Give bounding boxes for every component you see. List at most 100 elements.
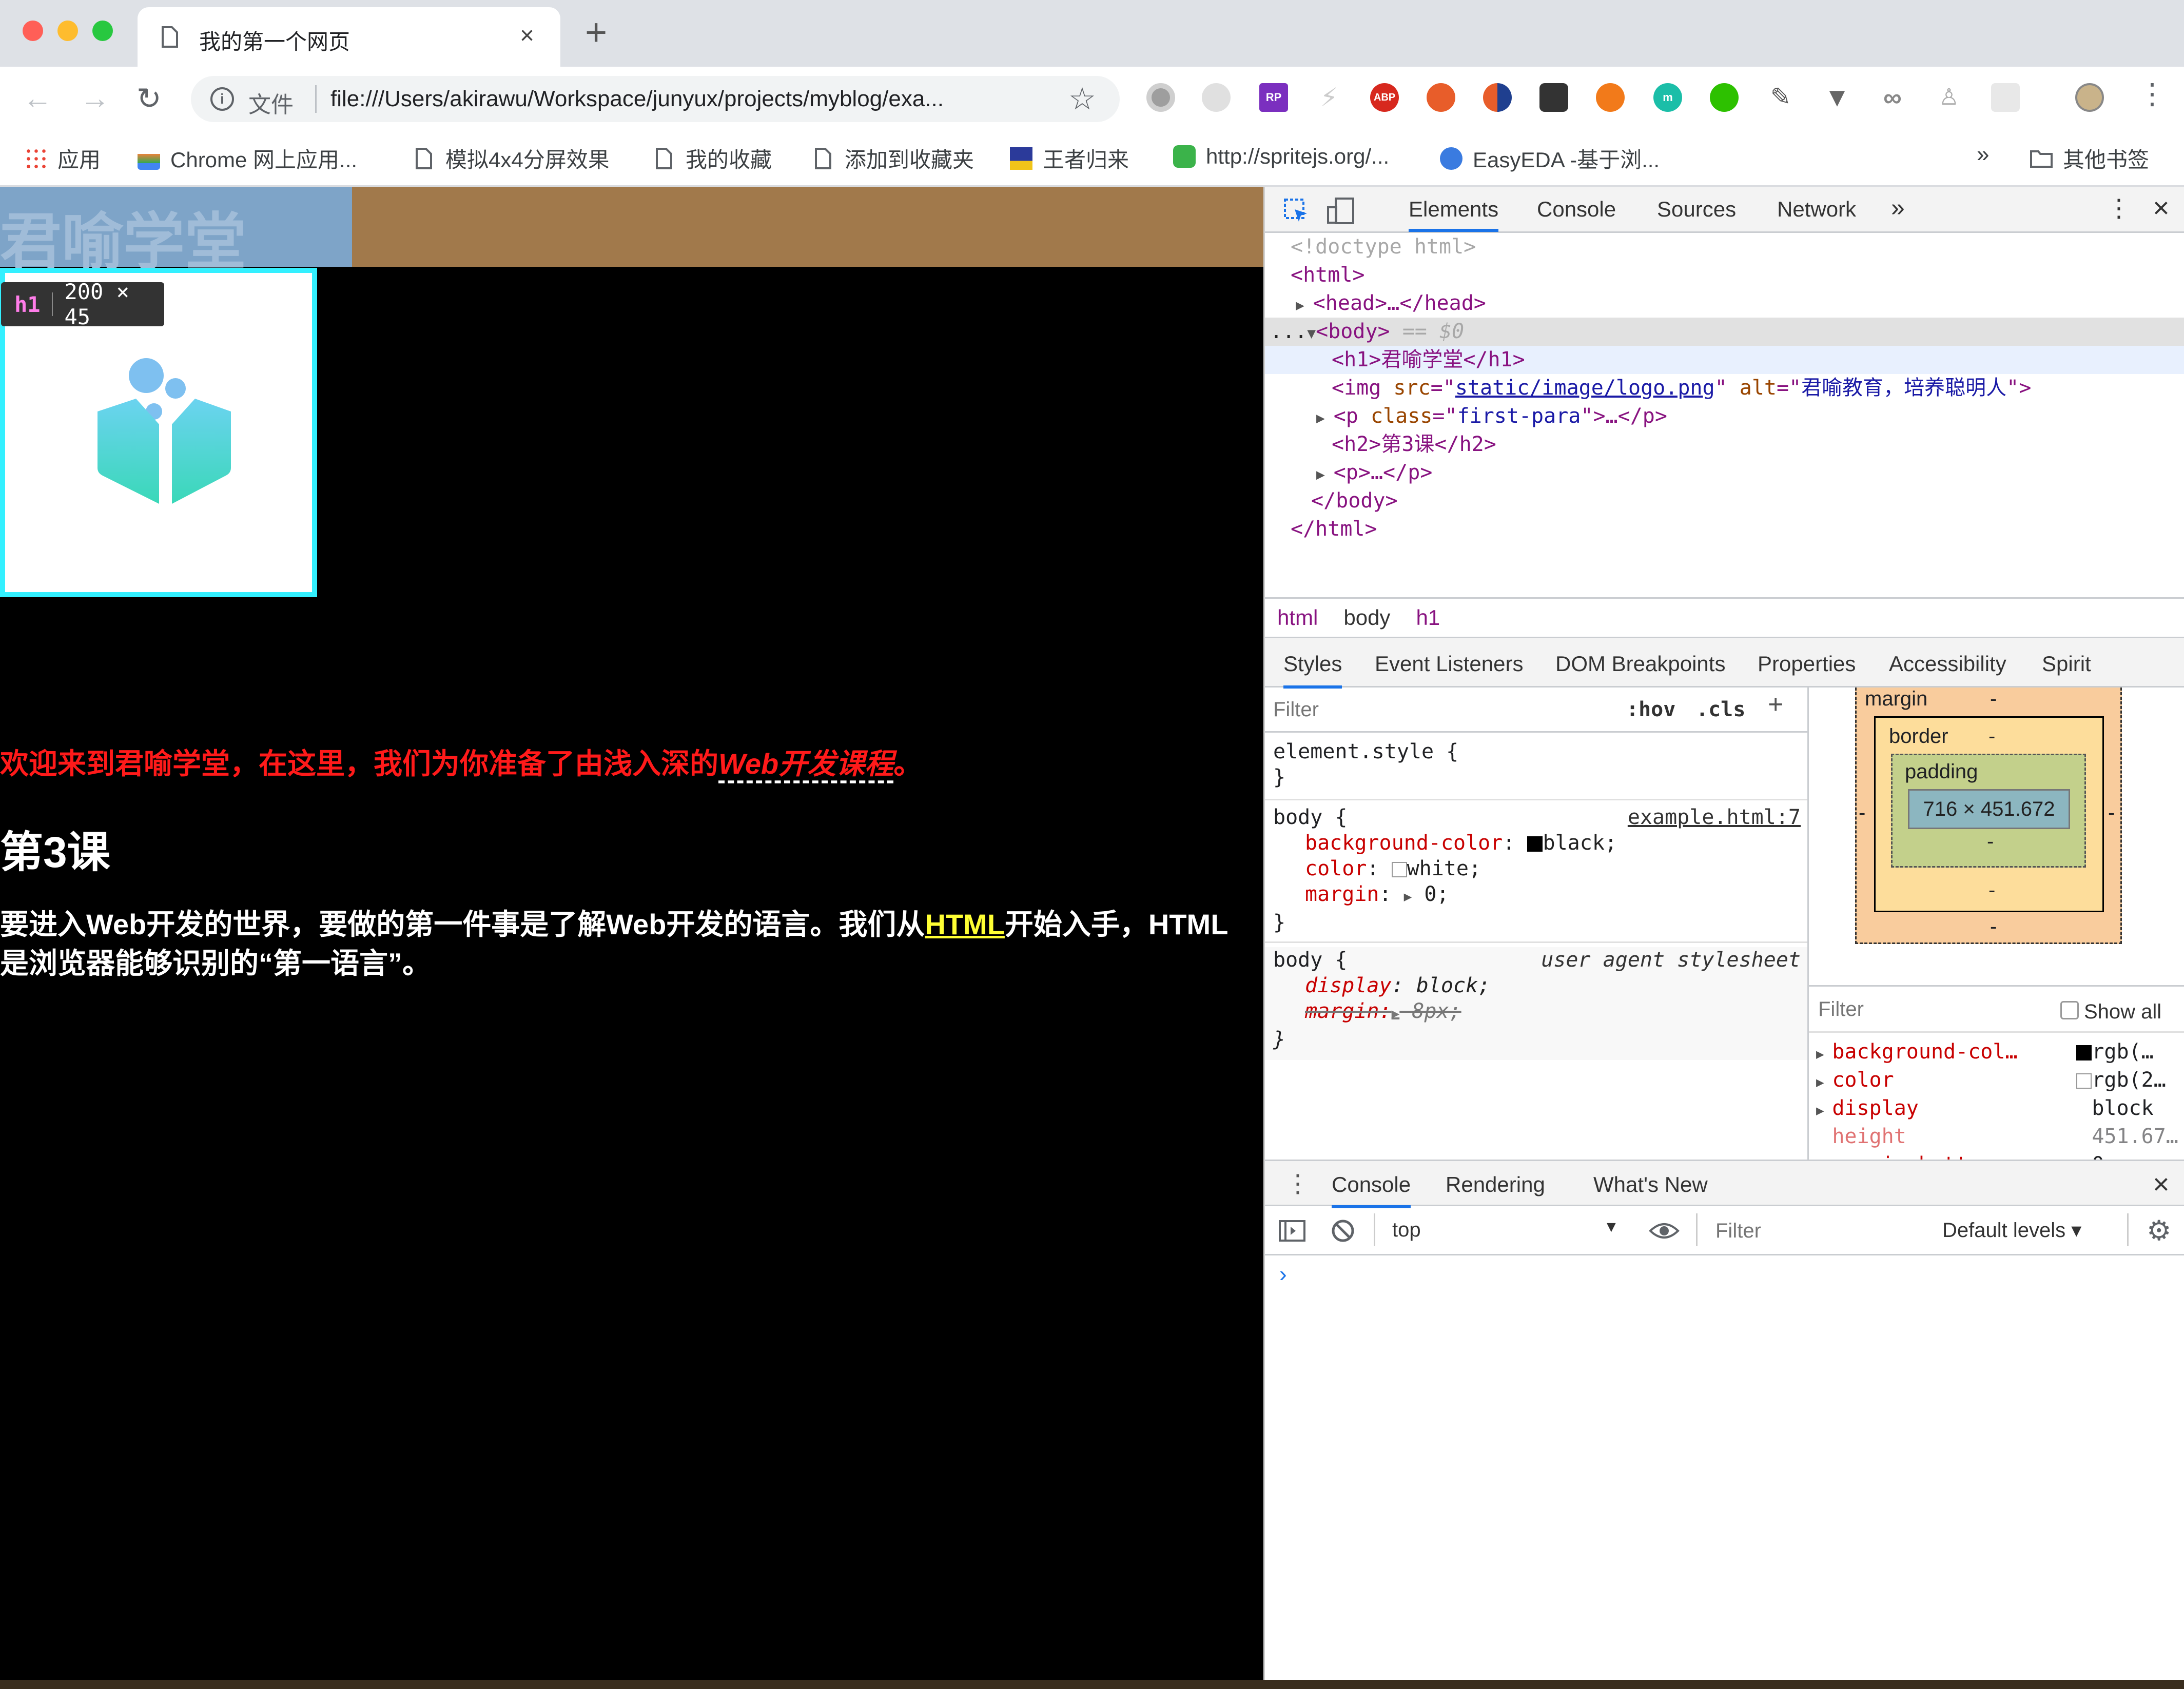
- bookmark-4x4[interactable]: 模拟4x4分屏效果: [413, 143, 610, 175]
- drawer-tab-rendering[interactable]: Rendering: [1446, 1172, 1545, 1197]
- tab-elements[interactable]: Elements: [1409, 197, 1499, 232]
- drawer-tab-whats-new[interactable]: What's New: [1593, 1172, 1708, 1197]
- bookmark-easyeda[interactable]: EasyEDA -基于浏...: [1440, 143, 1660, 175]
- tab-close-button[interactable]: ×: [520, 22, 534, 50]
- element-style-rule[interactable]: element.style { }: [1265, 739, 1807, 800]
- dom-line-h1[interactable]: <h1>君喻学堂</h1>: [1265, 346, 2184, 374]
- bookmark-wangzhe[interactable]: 王者归来: [1010, 143, 1129, 175]
- bookmark-apps[interactable]: 应用: [25, 143, 101, 175]
- drawer-menu-button[interactable]: ⋮: [1285, 1169, 1310, 1198]
- devtools-menu-button[interactable]: ⋮: [2107, 194, 2131, 223]
- show-all-checkbox[interactable]: [2060, 1001, 2079, 1019]
- context-dropdown-arrow-icon[interactable]: ▼: [1604, 1219, 1619, 1236]
- extension-tor-icon[interactable]: [1202, 83, 1231, 112]
- user-agent-rule[interactable]: body {user agent stylesheet display: blo…: [1265, 947, 1807, 1060]
- hover-state-toggle[interactable]: :hov: [1626, 697, 1675, 722]
- tab-accessibility[interactable]: Accessibility: [1889, 652, 2006, 676]
- bookmarks-overflow-button[interactable]: »: [1977, 142, 1989, 167]
- color-swatch-white[interactable]: [1391, 862, 1407, 877]
- url-text[interactable]: file:///Users/akirawu/Workspace/junyux/p…: [330, 86, 944, 112]
- box-padding[interactable]: padding - 716 × 451.672: [1891, 754, 2086, 868]
- minimize-window-button[interactable]: [57, 21, 78, 41]
- computed-row[interactable]: ▶ height 451.67…: [1809, 1123, 2184, 1151]
- breadcrumb-h1[interactable]: h1: [1416, 605, 1440, 630]
- drawer-close-button[interactable]: ×: [2153, 1167, 2170, 1201]
- bookmark-favorites[interactable]: 我的收藏: [653, 143, 772, 175]
- context-selector[interactable]: top: [1392, 1219, 1421, 1242]
- more-tabs-button[interactable]: »: [1891, 194, 1905, 222]
- bookmark-chrome-webstore[interactable]: Chrome 网上应用...: [138, 143, 357, 175]
- tab-network[interactable]: Network: [1777, 197, 1856, 222]
- back-button[interactable]: ←: [23, 81, 52, 115]
- reload-button[interactable]: ↻: [136, 81, 162, 116]
- color-swatch-black[interactable]: [1527, 836, 1543, 852]
- dom-line-p-first[interactable]: ▶ <p class="first-para">…</p>: [1265, 402, 2184, 430]
- extension-shield-icon[interactable]: [1539, 83, 1568, 112]
- dom-line-h2[interactable]: <h2>第3课</h2>: [1265, 430, 2184, 459]
- source-link[interactable]: example.html:7: [1628, 804, 1801, 830]
- devtools-close-button[interactable]: ×: [2153, 191, 2170, 224]
- extension-eyedropper-icon[interactable]: ✎: [1766, 83, 1795, 112]
- body-rule[interactable]: body {example.html:7 background-color: b…: [1265, 804, 1807, 943]
- dom-line-body-close[interactable]: </body>: [1265, 487, 2184, 515]
- expand-arrow-icon[interactable]: ▶: [1316, 466, 1334, 483]
- extension-link-icon[interactable]: ∞: [1878, 83, 1907, 112]
- dom-line-body[interactable]: ...▼<body> == $0: [1265, 318, 2184, 346]
- tab-styles[interactable]: Styles: [1283, 652, 1342, 689]
- new-rule-button[interactable]: +: [1768, 691, 1783, 718]
- box-margin[interactable]: margin - - - - border - - padding - 716 …: [1855, 688, 2122, 944]
- computed-row[interactable]: ▶ margin-bottom0px: [1809, 1151, 2184, 1160]
- dom-line-html[interactable]: <html>: [1265, 261, 2184, 289]
- dom-line-p[interactable]: ▶ <p>…</p>: [1265, 459, 2184, 487]
- clear-console-icon[interactable]: [1331, 1219, 1355, 1243]
- drawer-tab-console[interactable]: Console: [1332, 1172, 1411, 1208]
- extension-cookie-icon[interactable]: [1427, 83, 1455, 112]
- extension-m-icon[interactable]: m: [1653, 83, 1682, 112]
- sidebar-toggle-icon[interactable]: [1278, 1220, 1306, 1242]
- class-toggle[interactable]: .cls: [1696, 697, 1745, 722]
- extension-vue-icon[interactable]: ▼: [1823, 83, 1851, 112]
- computed-row[interactable]: ▶ display block: [1809, 1094, 2184, 1123]
- extension-tree-icon[interactable]: ♙: [1935, 83, 1963, 112]
- collapse-arrow-icon[interactable]: ▼: [1307, 325, 1316, 342]
- dom-line-html-close[interactable]: </html>: [1265, 515, 2184, 543]
- new-tab-button[interactable]: +: [585, 10, 607, 54]
- live-expression-eye-icon[interactable]: [1649, 1222, 1680, 1240]
- forward-button[interactable]: →: [80, 81, 110, 115]
- bookmark-add-favorites[interactable]: 添加到收藏夹: [812, 143, 974, 175]
- expand-arrow-icon[interactable]: ▶: [1296, 297, 1313, 313]
- breadcrumb-html[interactable]: html: [1277, 605, 1318, 630]
- address-bar[interactable]: i 文件 file:///Users/akirawu/Workspace/jun…: [191, 76, 1120, 122]
- tab-spirit[interactable]: Spirit: [2042, 652, 2091, 676]
- breadcrumb-body[interactable]: body: [1343, 605, 1390, 630]
- extension-lifebuoy-icon[interactable]: [1596, 83, 1625, 112]
- extension-wechat-icon[interactable]: [1710, 83, 1739, 112]
- extension-adblock-icon[interactable]: ABP: [1370, 83, 1399, 112]
- dom-line-doctype[interactable]: <!doctype html>: [1265, 233, 2184, 261]
- inspect-element-icon[interactable]: [1283, 198, 1309, 224]
- other-bookmarks[interactable]: 其他书签: [2030, 143, 2149, 175]
- device-toolbar-icon[interactable]: [1327, 197, 1355, 225]
- extension-firefox-icon[interactable]: [1483, 83, 1512, 112]
- extension-react-icon[interactable]: [1991, 83, 2020, 112]
- extension-gray-icon[interactable]: [1146, 83, 1175, 112]
- tab-dom-breakpoints[interactable]: DOM Breakpoints: [1555, 652, 1725, 676]
- console-settings-gear-icon[interactable]: ⚙: [2147, 1214, 2171, 1247]
- tab-console[interactable]: Console: [1537, 197, 1616, 222]
- info-icon[interactable]: i: [210, 87, 234, 111]
- computed-row[interactable]: ▶ color rgb(2…: [1809, 1066, 2184, 1094]
- box-border[interactable]: border - - padding - 716 × 451.672: [1874, 716, 2104, 912]
- maximize-window-button[interactable]: [92, 21, 113, 41]
- computed-filter-input[interactable]: [1818, 995, 2023, 1024]
- browser-menu-button[interactable]: ⋮: [2138, 77, 2167, 111]
- extension-bolt-icon[interactable]: ⚡: [1315, 83, 1343, 112]
- profile-avatar[interactable]: [2075, 83, 2104, 112]
- tab-properties[interactable]: Properties: [1758, 652, 1856, 676]
- tab-event-listeners[interactable]: Event Listeners: [1375, 652, 1524, 676]
- log-levels-dropdown[interactable]: Default levels ▾: [1942, 1219, 2081, 1242]
- dom-line-head[interactable]: ▶ <head>…</head>: [1265, 289, 2184, 318]
- box-content[interactable]: 716 × 451.672: [1908, 789, 2070, 829]
- computed-row[interactable]: ▶ background-col… rgb(…: [1809, 1038, 2184, 1066]
- console-filter-input[interactable]: [1715, 1215, 1921, 1246]
- console-prompt[interactable]: ›: [1279, 1262, 1287, 1287]
